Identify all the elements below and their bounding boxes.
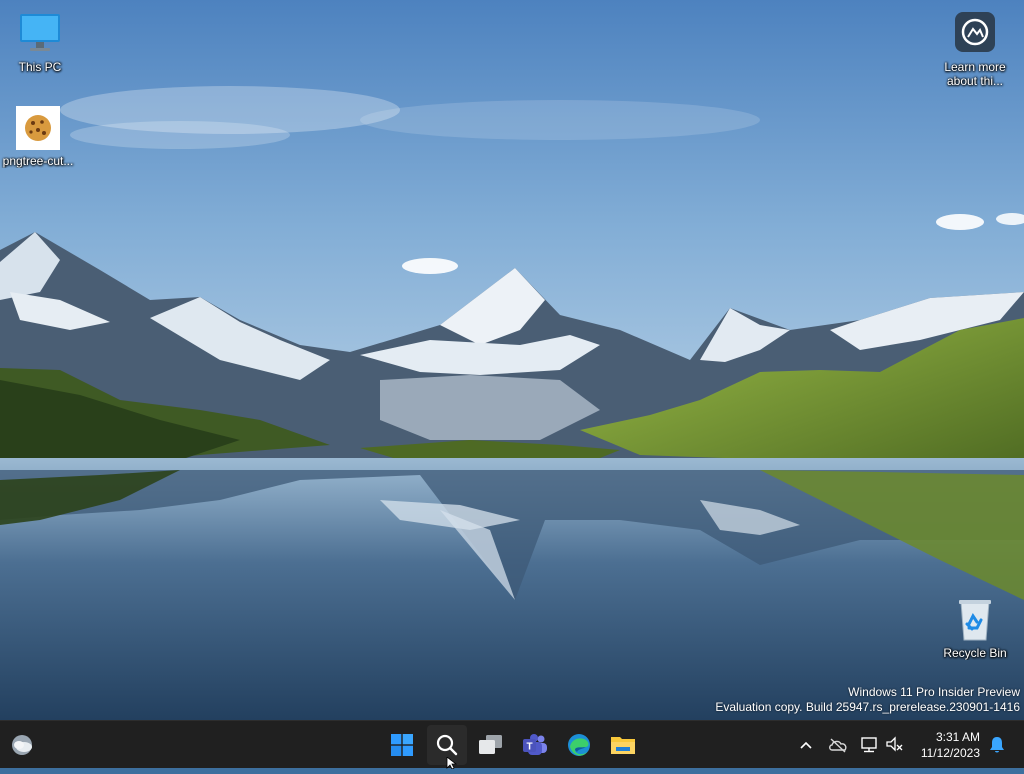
- notifications-icon: [990, 737, 1004, 753]
- notifications-button[interactable]: [985, 733, 1009, 757]
- desktop-wallpaper[interactable]: [0, 0, 1024, 720]
- recycle-bin-label: Recycle Bin: [943, 646, 1007, 660]
- start-button[interactable]: [382, 725, 422, 765]
- taskbar: T 3:31 AM 11/12/2023: [0, 720, 1024, 768]
- clock-button[interactable]: 3:31 AM 11/12/2023: [921, 729, 980, 761]
- cookie-image-icon: [14, 104, 62, 152]
- file-explorer-button[interactable]: [603, 725, 643, 765]
- file-explorer-icon: [611, 737, 635, 754]
- onedrive-icon: [829, 738, 847, 753]
- task-view-icon: [479, 735, 502, 754]
- volume-muted-icon: [886, 736, 903, 752]
- this-pc-label: This PC: [18, 60, 62, 74]
- teams-icon: T: [523, 734, 547, 755]
- recycle-bin-icon: [951, 596, 999, 644]
- search-icon: [436, 734, 458, 756]
- teams-button[interactable]: T: [515, 725, 555, 765]
- this-pc-shortcut[interactable]: This PC: [0, 10, 80, 74]
- pngtree-image-shortcut[interactable]: pngtree-cut...: [0, 104, 78, 168]
- pngtree-label: pngtree-cut...: [2, 154, 74, 168]
- widgets-icon: [12, 735, 32, 755]
- learn-more-label: Learn more about thi...: [944, 60, 1006, 88]
- show-hidden-icons-button[interactable]: [794, 733, 818, 757]
- learn-more-shortcut[interactable]: Learn more about thi...: [935, 10, 1015, 88]
- clock-time: 3:31 AM: [935, 730, 980, 744]
- task-view-button[interactable]: [471, 725, 511, 765]
- spotlight-camera-icon: [951, 10, 999, 58]
- start-icon: [391, 734, 413, 756]
- recycle-bin-shortcut[interactable]: Recycle Bin: [935, 596, 1015, 660]
- watermark-line-2: Evaluation copy. Build 25947.rs_prerelea…: [715, 700, 1020, 714]
- edge-icon: [568, 734, 590, 756]
- watermark-line-1: Windows 11 Pro Insider Preview: [848, 685, 1020, 699]
- network-status-button[interactable]: [857, 733, 881, 757]
- monitor-icon: [16, 10, 64, 58]
- volume-button[interactable]: [883, 733, 907, 757]
- clock-date: 11/12/2023: [920, 746, 980, 760]
- edge-button[interactable]: [559, 725, 599, 765]
- widgets-button[interactable]: [2, 725, 42, 765]
- svg-text:T: T: [526, 742, 532, 753]
- network-icon: [861, 737, 877, 753]
- onedrive-status-button[interactable]: [826, 733, 850, 757]
- chevron-up-icon: [800, 741, 812, 749]
- mouse-cursor: [446, 756, 458, 770]
- evaluation-watermark: Windows 11 Pro Insider Preview Evaluatio…: [715, 685, 1020, 715]
